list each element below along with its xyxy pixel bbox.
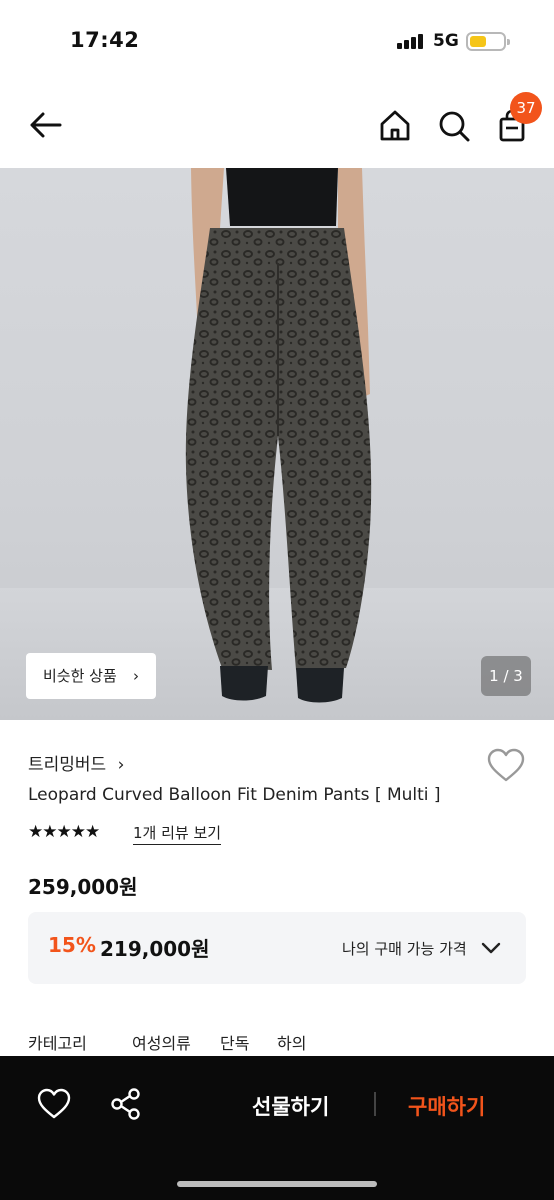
status-bar: 17:42 5G <box>0 0 554 84</box>
chevron-right-icon: › <box>117 755 125 775</box>
top-navigation <box>0 84 554 168</box>
home-icon[interactable] <box>375 106 415 146</box>
chevron-down-icon[interactable] <box>480 938 502 958</box>
category-item[interactable]: 단독 <box>220 1030 249 1054</box>
my-price-label: 나의 구매 가능 가격 <box>342 940 467 958</box>
search-icon[interactable] <box>434 106 474 146</box>
category-item[interactable]: 여성의류 <box>132 1030 191 1054</box>
home-indicator[interactable] <box>177 1181 377 1187</box>
share-icon[interactable] <box>108 1086 144 1122</box>
similar-products-label: 비슷한 상품 <box>43 667 117 685</box>
brand-link[interactable]: 트리밍버드 › <box>28 750 124 775</box>
similar-products-button[interactable]: 비슷한 상품 › <box>26 653 156 699</box>
gift-button[interactable]: 선물하기 <box>252 1091 329 1121</box>
original-price: 259,000원 <box>28 875 138 899</box>
category-item[interactable]: 하의 <box>277 1030 306 1054</box>
sale-price: 219,000원 <box>100 937 210 961</box>
discount-rate: 15% <box>48 933 96 957</box>
signal-strength-icon <box>397 33 427 49</box>
divider <box>374 1092 376 1116</box>
image-page-indicator: 1 / 3 <box>481 656 531 696</box>
product-image[interactable]: 비슷한 상품 › 1 / 3 <box>0 168 554 720</box>
wishlist-heart-icon[interactable] <box>486 748 526 784</box>
product-photo <box>0 168 554 720</box>
product-title: Leopard Curved Balloon Fit Denim Pants [… <box>28 785 441 805</box>
back-arrow-icon[interactable] <box>26 105 66 145</box>
wishlist-heart-icon[interactable] <box>36 1087 72 1121</box>
battery-icon <box>466 32 510 51</box>
cart-count-badge: 37 <box>510 92 542 124</box>
category-label: 카테고리 <box>28 1034 87 1053</box>
chevron-right-icon: › <box>133 667 139 685</box>
buy-button[interactable]: 구매하기 <box>408 1091 485 1121</box>
network-type: 5G <box>433 31 459 51</box>
status-time: 17:42 <box>70 28 140 52</box>
bottom-action-bar: 선물하기 구매하기 <box>0 1056 554 1200</box>
brand-name: 트리밍버드 <box>28 755 107 775</box>
star-rating-icon: ★★★★★ <box>28 822 100 842</box>
review-link[interactable]: 1개 리뷰 보기 <box>133 822 222 845</box>
price-box[interactable]: 15% 219,000원 나의 구매 가능 가격 <box>28 912 526 984</box>
